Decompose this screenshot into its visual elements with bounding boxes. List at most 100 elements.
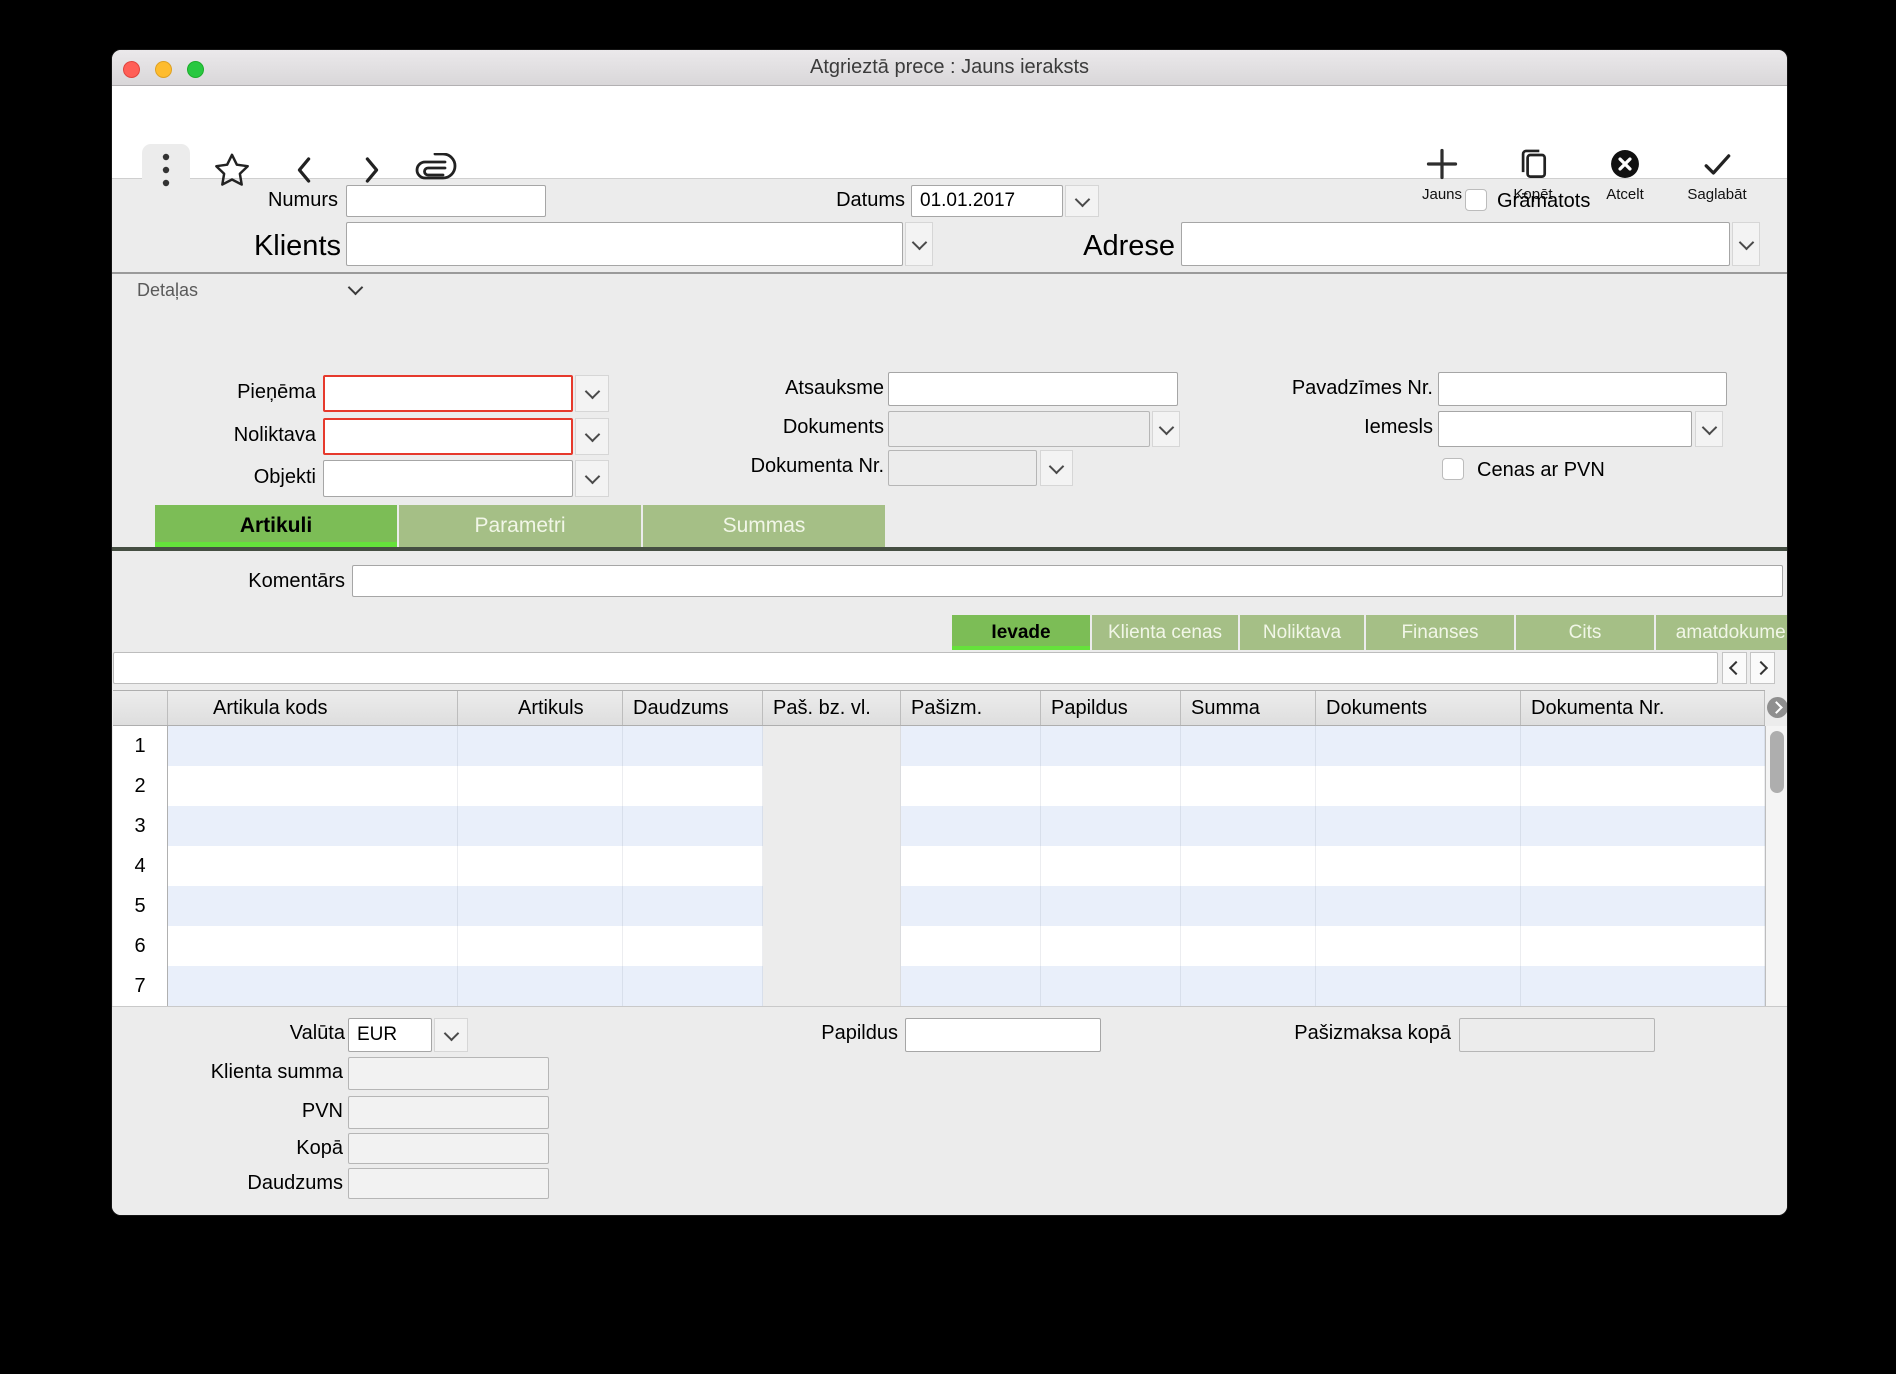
table-cell[interactable]	[458, 886, 623, 926]
cenas-ar-pvn-checkbox[interactable]	[1442, 458, 1464, 480]
detalas-section-label[interactable]: Detaļas	[137, 280, 247, 301]
table-cell[interactable]	[623, 806, 763, 846]
row-number-cell[interactable]: 3	[113, 806, 168, 846]
table-cell[interactable]	[623, 766, 763, 806]
table-cell[interactable]	[168, 926, 458, 966]
column-header[interactable]: Pašizm.	[901, 691, 1041, 725]
table-cell[interactable]	[623, 726, 763, 766]
adrese-dropdown-button[interactable]	[1732, 222, 1760, 266]
row-number-cell[interactable]: 6	[113, 926, 168, 966]
iemesls-dropdown-button[interactable]	[1695, 411, 1723, 447]
table-cell[interactable]	[1316, 806, 1521, 846]
table-cell[interactable]	[1521, 806, 1765, 846]
table-cell[interactable]	[1041, 726, 1181, 766]
table-cell[interactable]	[623, 886, 763, 926]
dokuments-dropdown-button[interactable]	[1152, 411, 1180, 447]
column-header[interactable]: Dokuments	[1316, 691, 1521, 725]
table-cell[interactable]	[1181, 846, 1316, 886]
table-cell[interactable]	[1041, 766, 1181, 806]
table-cell[interactable]	[458, 806, 623, 846]
table-cell[interactable]	[1181, 766, 1316, 806]
iemesls-input[interactable]	[1438, 411, 1692, 447]
row-number-cell[interactable]: 7	[113, 966, 168, 1006]
table-cell[interactable]	[901, 806, 1041, 846]
table-cell[interactable]	[168, 766, 458, 806]
column-scroll-right-button[interactable]	[1767, 697, 1787, 718]
noliktava-input[interactable]	[323, 418, 573, 455]
table-cell[interactable]	[901, 766, 1041, 806]
matrix-scroll-left-button[interactable]	[1722, 652, 1747, 684]
back-icon[interactable]	[284, 148, 324, 192]
table-cell[interactable]	[458, 966, 623, 1006]
dokumenta-nr-dropdown-button[interactable]	[1040, 450, 1073, 486]
table-cell[interactable]	[623, 926, 763, 966]
atsauksme-input[interactable]	[888, 372, 1178, 406]
table-cell[interactable]	[458, 926, 623, 966]
subtab-noliktava[interactable]: Noliktava	[1240, 615, 1364, 650]
favorite-star-icon[interactable]	[212, 148, 252, 192]
papildus-footer-input[interactable]	[905, 1018, 1101, 1052]
table-cell[interactable]	[1316, 886, 1521, 926]
table-cell[interactable]	[623, 846, 763, 886]
table-cell[interactable]	[1521, 726, 1765, 766]
table-cell[interactable]	[1041, 966, 1181, 1006]
column-header[interactable]: Artikula kods	[168, 691, 458, 725]
subtab-klienta-cenas[interactable]: Klienta cenas	[1092, 615, 1238, 650]
pienema-dropdown-button[interactable]	[575, 375, 609, 412]
scrollbar-thumb[interactable]	[1770, 731, 1784, 793]
column-header[interactable]: Summa	[1181, 691, 1316, 725]
column-header[interactable]: Papildus	[1041, 691, 1181, 725]
subtab-ievade[interactable]: Ievade	[952, 615, 1090, 650]
row-number-cell[interactable]: 1	[113, 726, 168, 766]
table-cell[interactable]	[1316, 726, 1521, 766]
table-cell[interactable]	[1521, 966, 1765, 1006]
table-cell[interactable]	[1521, 926, 1765, 966]
table-cell[interactable]	[763, 846, 901, 886]
table-cell[interactable]	[168, 966, 458, 1006]
table-cell[interactable]	[763, 806, 901, 846]
table-cell[interactable]	[623, 966, 763, 1006]
table-cell[interactable]	[901, 886, 1041, 926]
adrese-input[interactable]	[1181, 222, 1730, 266]
subtab-finanses[interactable]: Finanses	[1366, 615, 1514, 650]
column-header[interactable]: Paš. bz. vl.	[763, 691, 901, 725]
detalas-collapse-chevron-icon[interactable]	[348, 280, 364, 296]
column-header[interactable]: Dokumenta Nr.	[1521, 691, 1765, 725]
table-cell[interactable]	[1521, 846, 1765, 886]
table-cell[interactable]	[1041, 846, 1181, 886]
klients-input[interactable]	[346, 222, 903, 266]
noliktava-dropdown-button[interactable]	[575, 418, 609, 455]
pavadzimes-nr-input[interactable]	[1438, 372, 1727, 406]
table-cell[interactable]	[1181, 966, 1316, 1006]
pienema-input[interactable]	[323, 375, 573, 412]
table-cell[interactable]	[458, 766, 623, 806]
row-number-cell[interactable]: 4	[113, 846, 168, 886]
table-cell[interactable]	[1041, 926, 1181, 966]
table-cell[interactable]	[763, 926, 901, 966]
row-number-cell[interactable]: 5	[113, 886, 168, 926]
datums-dropdown-button[interactable]	[1065, 185, 1099, 217]
table-cell[interactable]	[1316, 966, 1521, 1006]
valuta-input[interactable]	[348, 1018, 432, 1052]
table-cell[interactable]	[901, 726, 1041, 766]
table-cell[interactable]	[763, 766, 901, 806]
tab-summas[interactable]: Summas	[643, 505, 885, 547]
table-cell[interactable]	[901, 926, 1041, 966]
kebab-menu-icon[interactable]	[146, 148, 186, 192]
table-cell[interactable]	[1041, 806, 1181, 846]
column-header[interactable]: Artikuls	[458, 691, 623, 725]
table-cell[interactable]	[1316, 846, 1521, 886]
table-cell[interactable]	[1316, 766, 1521, 806]
table-cell[interactable]	[168, 726, 458, 766]
tab-parametri[interactable]: Parametri	[399, 505, 641, 547]
matrix-entry-input[interactable]	[113, 652, 1718, 684]
subtab-cits[interactable]: Cits	[1516, 615, 1654, 650]
title-bar[interactable]: Atgrieztā prece : Jauns ieraksts	[112, 50, 1787, 86]
gramatots-checkbox[interactable]	[1465, 189, 1487, 211]
subtab-pamatdokumenti[interactable]: amatdokumen	[1656, 615, 1787, 650]
table-cell[interactable]	[168, 806, 458, 846]
table-cell[interactable]	[901, 966, 1041, 1006]
table-cell[interactable]	[168, 846, 458, 886]
row-number-cell[interactable]: 2	[113, 766, 168, 806]
table-cell[interactable]	[1521, 766, 1765, 806]
